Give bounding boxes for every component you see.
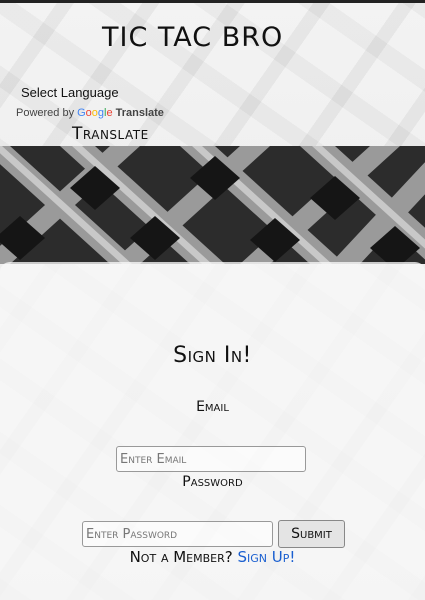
site-title: TIC TAC BRO — [102, 22, 284, 53]
powered-by-google-translate: Powered by Google Translate — [16, 107, 164, 119]
email-input[interactable] — [116, 446, 306, 472]
member-prompt-line: Not a Member? Sign Up! — [0, 548, 425, 566]
google-translate-link[interactable]: Translate — [116, 107, 164, 119]
submit-button[interactable]: Submit — [278, 520, 345, 548]
google-logo[interactable]: Google — [77, 107, 113, 119]
language-select[interactable]: Select Language — [21, 85, 119, 100]
password-input[interactable] — [82, 521, 273, 547]
signin-title: Sign In! — [173, 343, 252, 368]
email-label: Email — [196, 399, 229, 415]
building-facade-image — [0, 146, 425, 264]
top-border — [0, 0, 425, 3]
powered-by-text: Powered by — [16, 107, 75, 119]
password-label: Password — [182, 474, 243, 490]
translate-label: Translate — [72, 124, 149, 144]
member-prompt-text: Not a Member? — [129, 548, 238, 566]
signup-link[interactable]: Sign Up! — [238, 548, 296, 566]
